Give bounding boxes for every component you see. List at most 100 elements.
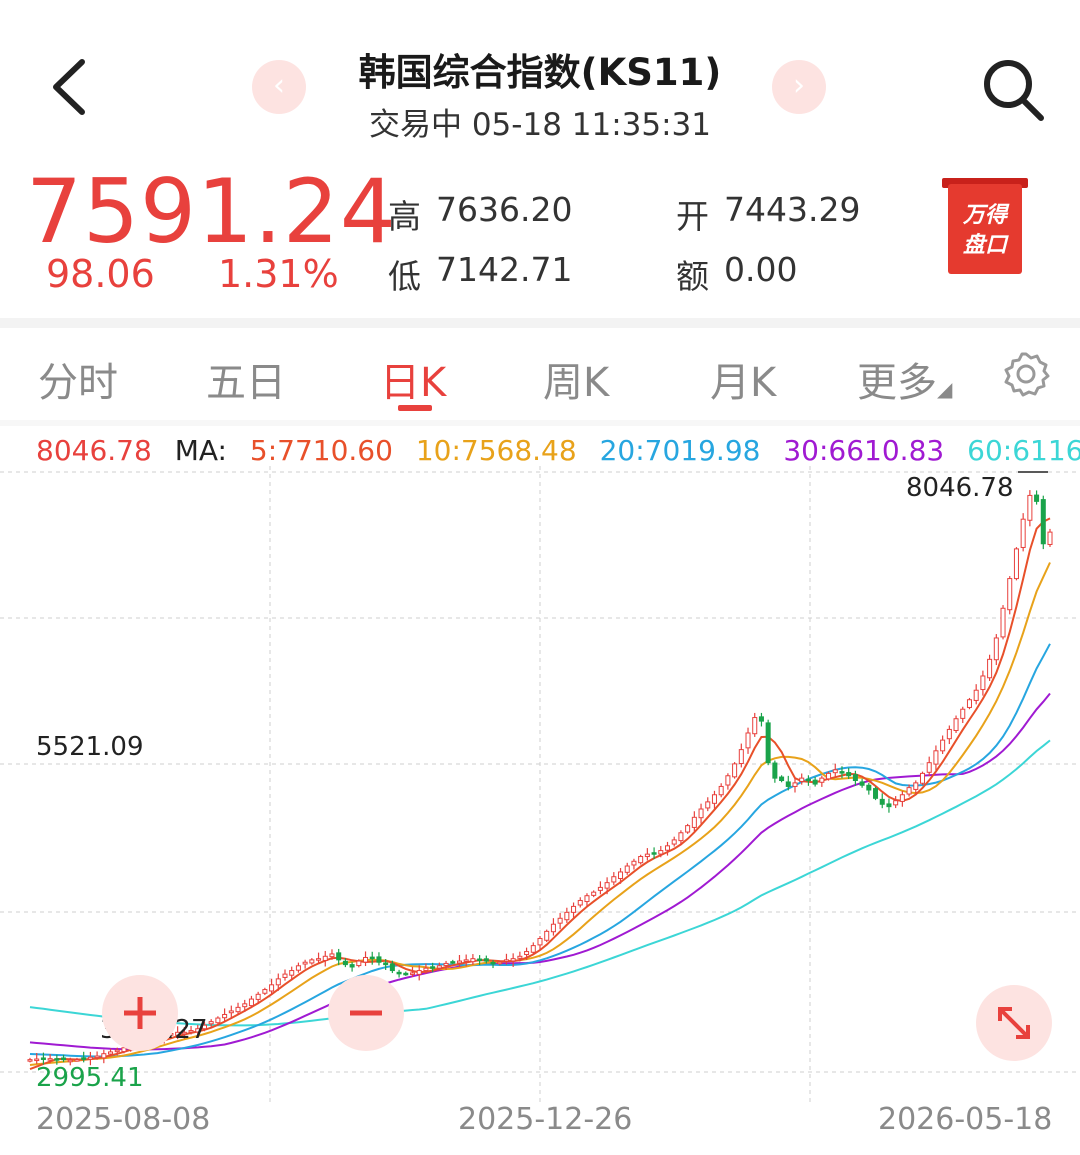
candle-body bbox=[846, 772, 852, 777]
candle-body bbox=[524, 951, 530, 956]
candle-body bbox=[262, 989, 268, 994]
candle-body bbox=[906, 787, 912, 795]
candle-body bbox=[430, 966, 436, 969]
candle bbox=[644, 848, 650, 861]
candle-body bbox=[1040, 499, 1046, 545]
candle-body bbox=[1000, 607, 1006, 638]
tab-weekly-k[interactable]: 周K bbox=[543, 350, 609, 408]
minus-icon bbox=[350, 1010, 382, 1016]
candle-body bbox=[987, 658, 993, 679]
zoom-in-button[interactable] bbox=[102, 975, 178, 1051]
high-value: 7636.20 bbox=[436, 190, 573, 229]
candle bbox=[74, 1057, 80, 1062]
candle-body bbox=[832, 769, 838, 774]
search-button[interactable] bbox=[978, 56, 1048, 126]
candle bbox=[349, 962, 355, 972]
candle-body bbox=[322, 955, 328, 961]
zoom-out-button[interactable] bbox=[328, 975, 404, 1051]
candle bbox=[611, 872, 617, 886]
candle bbox=[987, 654, 993, 681]
candle bbox=[718, 783, 724, 798]
last-price: 7591.24 bbox=[26, 160, 397, 263]
candle-body bbox=[550, 923, 556, 933]
candle bbox=[302, 959, 308, 969]
candle-body bbox=[94, 1055, 100, 1059]
section-divider bbox=[0, 318, 1080, 328]
candle bbox=[940, 735, 946, 755]
candle-body bbox=[477, 958, 483, 962]
candle-body bbox=[1034, 494, 1040, 502]
candle bbox=[1027, 490, 1033, 527]
fullscreen-button[interactable] bbox=[976, 985, 1052, 1061]
candle bbox=[879, 793, 885, 809]
candle bbox=[779, 775, 785, 783]
candle-body bbox=[295, 965, 301, 971]
candle-body bbox=[624, 865, 630, 873]
candle bbox=[222, 1008, 228, 1022]
candle-body bbox=[409, 972, 416, 975]
candle bbox=[470, 954, 476, 965]
chart-settings-button[interactable] bbox=[1002, 350, 1050, 398]
candle-body bbox=[87, 1056, 93, 1060]
tab-monthly-k[interactable]: 月K bbox=[710, 350, 776, 408]
candle-body bbox=[839, 771, 845, 774]
candle bbox=[805, 775, 811, 786]
candle-body bbox=[792, 782, 798, 787]
candle bbox=[960, 706, 966, 724]
date-label-end: 2026-05-18 bbox=[878, 1102, 1053, 1137]
candle-body bbox=[886, 803, 892, 808]
candle-body bbox=[383, 962, 389, 966]
candle bbox=[282, 969, 288, 981]
candle-body bbox=[248, 998, 254, 1007]
candle-body bbox=[40, 1057, 46, 1060]
candle bbox=[450, 959, 456, 965]
candle bbox=[893, 796, 899, 809]
candle bbox=[732, 762, 738, 779]
candle-body bbox=[557, 917, 563, 924]
candle-body bbox=[537, 937, 543, 946]
candle bbox=[886, 798, 892, 813]
tab-intraday[interactable]: 分时 bbox=[38, 350, 118, 408]
candle-body bbox=[732, 763, 738, 778]
candle bbox=[550, 918, 556, 936]
candle-body bbox=[765, 722, 771, 764]
candle-body bbox=[208, 1021, 214, 1025]
candle-body bbox=[966, 699, 972, 708]
amount-label: 额 bbox=[676, 257, 709, 296]
page-title: 韩国综合指数(KS11) bbox=[358, 51, 722, 94]
tab-more[interactable]: 更多◢ bbox=[857, 350, 952, 408]
wind-order-book-button[interactable]: 万得 盘口 bbox=[942, 178, 1028, 274]
candle-body bbox=[222, 1014, 228, 1019]
candle bbox=[873, 786, 879, 801]
candle-body bbox=[242, 1003, 248, 1008]
badge-line1: 万得 bbox=[962, 203, 1010, 228]
candle-body bbox=[483, 958, 489, 962]
date-label-start: 2025-08-08 bbox=[36, 1102, 211, 1137]
candle-body bbox=[27, 1059, 33, 1062]
candle-body bbox=[799, 777, 805, 782]
low-value: 7142.71 bbox=[436, 250, 573, 289]
candle-body bbox=[108, 1051, 114, 1055]
candle bbox=[1034, 490, 1040, 505]
candle-body bbox=[1027, 494, 1033, 521]
tab-five-day[interactable]: 五日 bbox=[206, 350, 286, 408]
price-change: 98.06 bbox=[46, 252, 155, 296]
candle-body bbox=[423, 967, 429, 972]
candle-body bbox=[752, 717, 758, 735]
candle bbox=[685, 823, 691, 834]
next-stock-button[interactable]: › bbox=[772, 60, 826, 114]
candle bbox=[376, 952, 382, 966]
candle-body bbox=[618, 871, 624, 879]
candle-body bbox=[866, 784, 872, 791]
candle-body bbox=[1007, 578, 1013, 611]
candle-body bbox=[644, 853, 650, 858]
candle-body bbox=[269, 984, 275, 992]
candle-body bbox=[779, 776, 785, 782]
candle bbox=[966, 697, 972, 710]
candle-body bbox=[1013, 548, 1019, 580]
badge-line2: 盘口 bbox=[963, 232, 1009, 258]
candle bbox=[1000, 605, 1006, 640]
tab-daily-k[interactable]: 日K bbox=[380, 350, 446, 408]
candle-body bbox=[1047, 531, 1053, 545]
candle-body bbox=[255, 993, 261, 1000]
